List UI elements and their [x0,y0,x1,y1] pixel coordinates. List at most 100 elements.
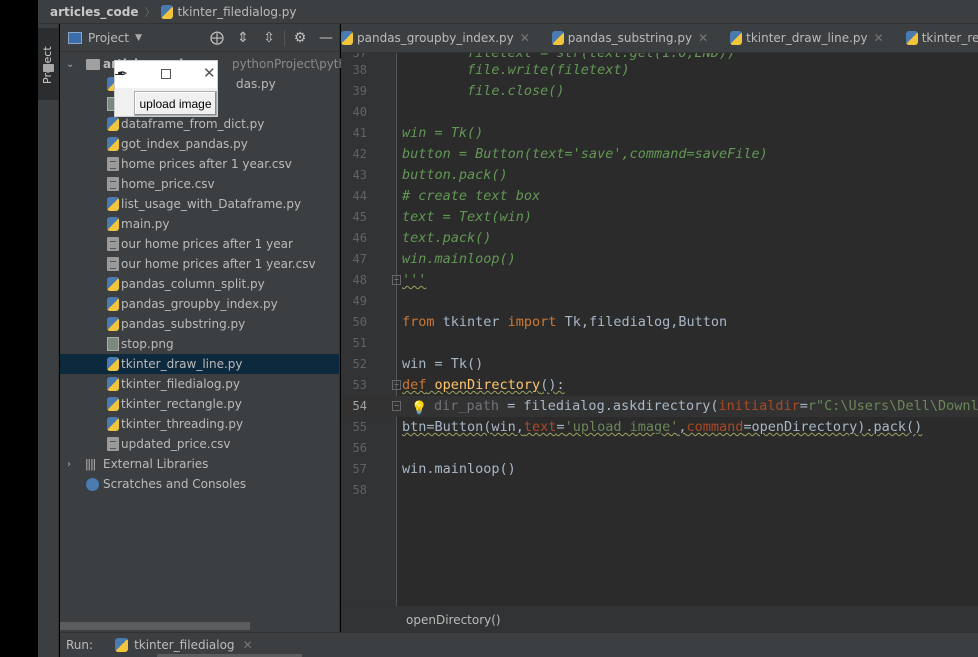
tree-file[interactable]: our home prices after 1 year [60,234,339,254]
call: = filedialog.askdirectory( [499,398,719,414]
line-number: 54 [352,399,367,413]
tree-file[interactable]: tkinter_threading.py [60,414,339,434]
tree-file[interactable]: main.py [60,214,339,234]
text-file-icon [107,237,119,251]
tab-label: tkinter_rectangle.py [921,31,978,45]
python-file-icon [107,277,119,291]
tab-tkinter-draw-line[interactable]: tkinter_draw_line.py ✕ [716,24,892,52]
image-file-icon [107,337,119,351]
chevron-down-icon[interactable]: ⌄ [66,59,74,70]
line-number: 45 [352,210,367,224]
line-code: win = Tk() [402,125,484,141]
tab-tkinter-rectangle[interactable]: tkinter_rectangle.py✕ [892,24,978,52]
line-number: 47 [352,252,367,266]
editor-tabs: pandas_groupby_index.py ✕ pandas_substrin… [341,24,978,53]
line-number: 53 [352,378,367,392]
upload-image-button[interactable]: upload image [134,91,217,116]
tree-file[interactable]: list_usage_with_Dataframe.py [60,194,339,214]
code-line: 45 text = Text(win) [341,207,978,228]
project-view-selector[interactable]: Project [88,31,129,45]
file-label: pandas_column_split.py [121,277,265,291]
scratches-icon [86,477,99,491]
tree-file-selected[interactable]: tkinter_draw_line.py [60,354,339,374]
locate-icon[interactable]: ⨁ [204,30,230,46]
file-label: tkinter_rectangle.py [121,397,242,411]
close-icon[interactable]: ✕ [520,31,530,45]
tree-file[interactable]: pandas_substring.py [60,314,339,334]
line-code: def openDirectory(): [402,375,565,396]
horizontal-scrollbar[interactable] [60,622,250,630]
chevron-right-icon[interactable]: › [67,459,71,470]
line-number: 50 [352,315,367,329]
python-file-icon [551,31,564,45]
minimize-icon[interactable]: — [313,30,339,46]
fold-icon[interactable]: − [392,275,401,285]
tree-file[interactable]: home_price.csv [60,174,339,194]
code-editor[interactable]: 37 filetext = str(text.get(1.0,END)) 38 … [341,53,978,606]
breadcrumb-scope[interactable]: openDirectory() [406,613,501,627]
line-code: # create text box [402,188,541,204]
expand-all-icon[interactable]: ⇕ [230,30,256,46]
line-code: button.pack() [402,167,508,183]
tree-external-libraries[interactable]: › ǀǀǀǀ External Libraries [60,454,339,474]
line-number: 42 [352,147,367,161]
chevron-down-icon[interactable]: ▼ [135,33,142,43]
fold-icon[interactable]: − [392,401,401,411]
line-code: from tkinter import Tk,filedialog,Button [402,312,727,333]
gear-icon[interactable]: ⚙ [287,30,313,46]
tab-pandas-groupby-index[interactable]: pandas_groupby_index.py ✕ [341,24,538,52]
breadcrumb-separator-icon: 〉 [144,5,156,19]
code-line: 46 text.pack() [341,228,978,249]
external-libraries-label: External Libraries [103,457,209,471]
tree-file[interactable]: dataframe_from_dict.py [60,114,339,134]
tree-file[interactable]: home prices after 1 year.csv [60,154,339,174]
file-label: got_index_pandas.py [121,137,248,151]
code-line: 48 − ''' [341,270,978,291]
close-icon[interactable]: ✕ [243,638,253,652]
tree-file[interactable]: tkinter_rectangle.py [60,394,339,414]
lightbulb-icon[interactable]: 💡 [411,398,427,419]
tree-file[interactable]: pandas_groupby_index.py [60,294,339,314]
editor-breadcrumb-bar: openDirectory() [341,606,978,632]
call: btn=Button(win, [402,419,524,435]
project-tool-tab[interactable]: Project [38,28,59,100]
string: 'upload image' [564,419,679,435]
tree-file[interactable]: tkinter_filedialog.py [60,374,339,394]
close-icon[interactable]: ✕ [874,31,884,45]
run-tab[interactable]: tkinter_filedialog ✕ [115,638,253,652]
project-tree: ⌄ articles_code pythonProject\pyth das.p… [60,52,346,494]
collapse-all-icon[interactable]: ⇳ [256,30,282,46]
punctuation: (): [540,377,565,393]
tree-scratches[interactable]: Scratches and Consoles [60,474,339,494]
line-code: file.write(filetext) [402,62,630,78]
line-number: 40 [352,105,367,119]
tk-window-titlebar[interactable]: ✒ ✕ [115,61,217,88]
code-line: 52 win = Tk() [341,354,978,375]
tab-pandas-substring[interactable]: pandas_substring.py ✕ [538,24,716,52]
close-icon[interactable]: ✕ [203,64,216,82]
code-line: 53 − def openDirectory(): [341,375,978,396]
file-label: tkinter_draw_line.py [121,357,243,371]
code-line: 39 file.close() [341,81,978,102]
project-panel-header: Project ▼ ⨁ ⇕ ⇳ ⚙ — [60,24,339,52]
breadcrumb-file[interactable]: tkinter_filedialog.py [161,4,297,19]
tree-file[interactable]: got_index_pandas.py [60,134,339,154]
close-icon[interactable]: ✕ [698,31,708,45]
parameter: text [523,419,557,435]
file-label: tkinter_threading.py [121,417,244,431]
line-code: ''' [402,272,427,288]
punctuation: , [678,419,687,435]
python-file-icon [107,397,119,411]
breadcrumb-project[interactable]: articles_code [50,5,138,19]
line-number: 43 [352,168,367,182]
maximize-icon[interactable] [161,69,171,79]
tree-file[interactable]: updated_price.csv [60,434,339,454]
code-line: 40 [341,102,978,123]
tree-file[interactable]: pandas_column_split.py [60,274,339,294]
tree-file[interactable]: our home prices after 1 year.csv [60,254,339,274]
operator: = [556,419,565,435]
file-label: updated_price.csv [121,437,231,451]
fold-icon[interactable]: − [392,380,401,390]
tree-file[interactable]: stop.png [60,334,339,354]
python-file-icon [107,137,119,151]
